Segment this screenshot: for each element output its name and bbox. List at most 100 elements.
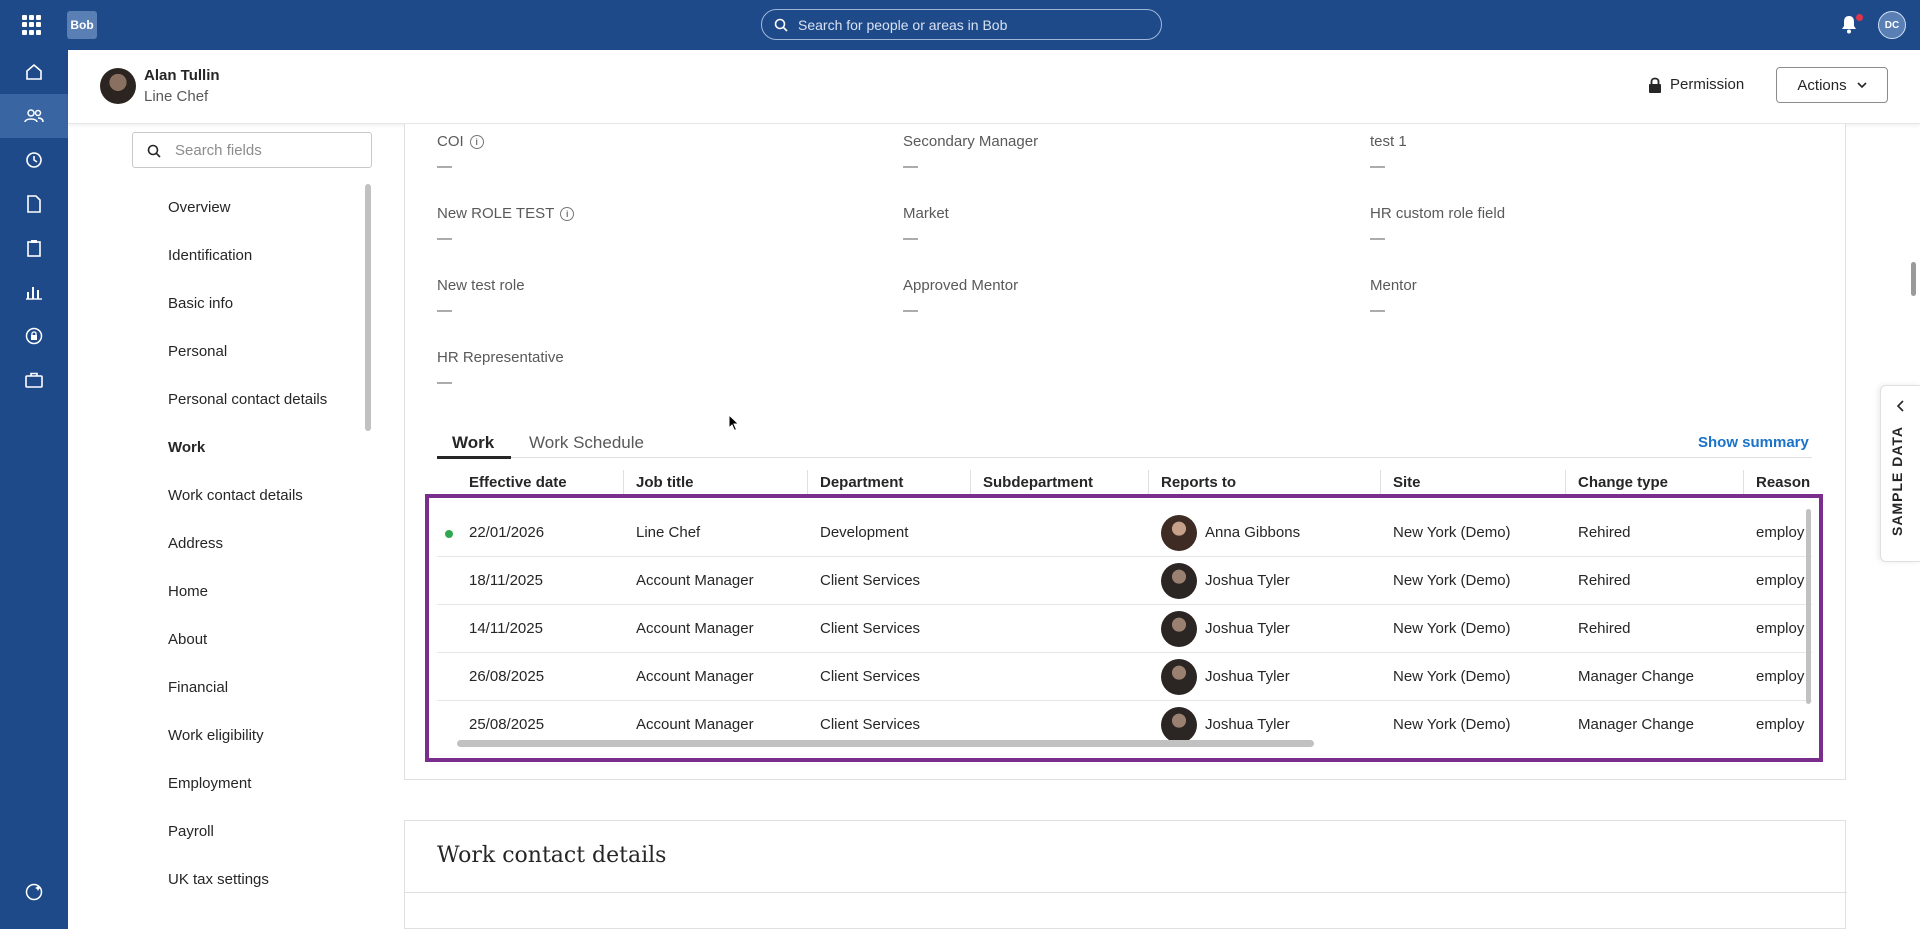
- nav-item-uk-tax[interactable]: UK tax settings: [168, 855, 368, 903]
- nav-item-basic-info[interactable]: Basic info: [168, 279, 368, 327]
- nav-item-work[interactable]: Work: [168, 423, 368, 471]
- column-header-site[interactable]: Site: [1393, 474, 1421, 491]
- field-value-hr-representative: —: [437, 374, 452, 391]
- chart-icon: [26, 287, 42, 300]
- field-label-new-role-test: New ROLE TEST i: [437, 205, 575, 222]
- active-tab-indicator: [437, 456, 511, 459]
- section-title: Work contact details: [437, 843, 667, 868]
- column-header-department[interactable]: Department: [820, 474, 903, 491]
- lock-circle-icon: [25, 327, 43, 345]
- column-header-reason[interactable]: Reason: [1756, 474, 1810, 491]
- nav-item-employment[interactable]: Employment: [168, 759, 368, 807]
- nav-item-address[interactable]: Address: [168, 519, 368, 567]
- rail-hiring[interactable]: [0, 358, 68, 402]
- field-label-market: Market: [903, 205, 949, 222]
- sample-data-tab[interactable]: SAMPLE DATA: [1880, 385, 1920, 562]
- chevron-down-icon: [1857, 82, 1867, 88]
- rail-analytics[interactable]: [0, 270, 68, 314]
- rail-documents[interactable]: [0, 182, 68, 226]
- nav-item-payroll[interactable]: Payroll: [168, 807, 368, 855]
- nav-item-personal[interactable]: Personal: [168, 327, 368, 375]
- rail-tasks[interactable]: [0, 226, 68, 270]
- rail-time[interactable]: [0, 138, 68, 182]
- user-avatar[interactable]: DC: [1878, 11, 1906, 39]
- permission-button[interactable]: Permission: [1648, 76, 1744, 93]
- home-icon: [26, 63, 42, 80]
- lock-icon: [1649, 77, 1661, 93]
- column-divider[interactable]: [970, 470, 971, 494]
- info-icon[interactable]: i: [469, 134, 484, 149]
- global-search[interactable]: [761, 9, 1162, 40]
- nav-item-personal-contact[interactable]: Personal contact details: [168, 375, 368, 423]
- nav-item-home[interactable]: Home: [168, 567, 368, 615]
- top-bar: Bob DC: [0, 0, 1920, 50]
- tab-work[interactable]: Work: [452, 433, 494, 453]
- column-header-effective-date[interactable]: Effective date: [469, 474, 567, 491]
- field-value-market: —: [903, 230, 918, 247]
- nav-item-about[interactable]: About: [168, 615, 368, 663]
- column-divider[interactable]: [807, 470, 808, 494]
- column-divider[interactable]: [1148, 470, 1149, 494]
- field-label-hr-representative: HR Representative: [437, 349, 564, 366]
- show-summary-link[interactable]: Show summary: [1698, 434, 1809, 451]
- nav-scrollbar[interactable]: [365, 184, 371, 431]
- divider: [405, 892, 1847, 893]
- column-divider[interactable]: [1565, 470, 1566, 494]
- field-label-coi: COI i: [437, 133, 484, 150]
- column-divider[interactable]: [623, 470, 624, 494]
- section-nav: Overview Identification Basic info Perso…: [168, 183, 368, 903]
- field-value-new-role-test: —: [437, 230, 452, 247]
- field-label-hr-custom-role: HR custom role field: [1370, 205, 1506, 222]
- rail-people[interactable]: [0, 94, 68, 138]
- search-icon: [147, 144, 161, 158]
- column-header-reports-to[interactable]: Reports to: [1161, 474, 1236, 491]
- table-highlight-frame: [425, 494, 1823, 762]
- clock-icon: [26, 152, 42, 168]
- nav-item-identification[interactable]: Identification: [168, 231, 368, 279]
- nav-item-work-eligibility[interactable]: Work eligibility: [168, 711, 368, 759]
- table-header: Effective date Job title Department Subd…: [437, 470, 1812, 494]
- column-header-job-title[interactable]: Job title: [636, 474, 694, 491]
- field-value-mentor: —: [1370, 302, 1385, 319]
- work-contact-details-card: Work contact details: [404, 820, 1847, 929]
- rail-security[interactable]: [0, 314, 68, 358]
- tab-work-schedule[interactable]: Work Schedule: [529, 433, 644, 453]
- new-role-test-label: New ROLE TEST: [437, 205, 555, 222]
- column-header-change-type[interactable]: Change type: [1578, 474, 1668, 491]
- apps-grid-icon[interactable]: [22, 15, 42, 35]
- nav-item-financial[interactable]: Financial: [168, 663, 368, 711]
- field-value-secondary-manager: —: [903, 158, 918, 175]
- info-icon[interactable]: i: [560, 206, 575, 221]
- employee-avatar: [100, 68, 136, 104]
- actions-label: Actions: [1797, 76, 1847, 94]
- field-label-approved-mentor: Approved Mentor: [903, 277, 1019, 294]
- field-label-secondary-manager: Secondary Manager: [903, 133, 1039, 150]
- field-label-new-test-role: New test role: [437, 277, 525, 294]
- field-value-approved-mentor: —: [903, 302, 918, 319]
- nav-item-work-contact[interactable]: Work contact details: [168, 471, 368, 519]
- field-search[interactable]: [132, 132, 372, 168]
- rail-whats-new[interactable]: [0, 870, 68, 914]
- column-header-subdepartment[interactable]: Subdepartment: [983, 474, 1093, 491]
- global-search-input[interactable]: [798, 16, 1138, 33]
- column-divider[interactable]: [1743, 470, 1744, 494]
- notification-badge: [1856, 14, 1863, 21]
- document-icon: [27, 195, 41, 213]
- profile-header: Alan Tullin Line Chef Permission Actions: [68, 50, 1920, 124]
- left-rail: [0, 50, 68, 929]
- briefcase-icon: [25, 372, 43, 388]
- field-value-coi: —: [437, 158, 452, 175]
- page-scrollbar[interactable]: [1911, 262, 1916, 296]
- bob-logo[interactable]: Bob: [67, 11, 97, 39]
- mouse-cursor-icon: [728, 414, 740, 432]
- sparkle-icon: [25, 883, 43, 901]
- field-search-input[interactable]: [175, 141, 355, 159]
- coi-label: COI: [437, 133, 464, 150]
- rail-home[interactable]: [0, 50, 68, 94]
- field-value-new-test-role: —: [437, 302, 452, 319]
- nav-item-overview[interactable]: Overview: [168, 183, 368, 231]
- column-divider[interactable]: [1380, 470, 1381, 494]
- chevron-left-icon: [1896, 400, 1904, 412]
- actions-button[interactable]: Actions: [1776, 67, 1888, 103]
- field-value-test1: —: [1370, 158, 1385, 175]
